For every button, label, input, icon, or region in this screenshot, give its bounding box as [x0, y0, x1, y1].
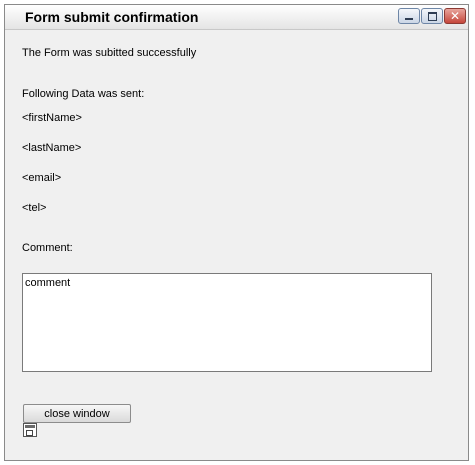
- window-title: Form submit confirmation: [25, 9, 199, 25]
- close-icon: ✕: [449, 9, 461, 23]
- maximize-icon: [427, 11, 437, 21]
- form-icon: [23, 423, 37, 437]
- title-bar[interactable]: Form submit confirmation ✕: [5, 5, 468, 30]
- minimize-icon: [405, 18, 413, 20]
- close-window-action-button[interactable]: close window: [23, 404, 131, 423]
- maximize-button[interactable]: [421, 8, 443, 24]
- first-name-value: <firstName>: [22, 112, 82, 124]
- data-heading: Following Data was sent:: [22, 88, 145, 100]
- close-window-button[interactable]: ✕: [444, 8, 466, 24]
- tel-value: <tel>: [22, 202, 47, 214]
- minimize-button[interactable]: [398, 8, 420, 24]
- comment-label: Comment:: [22, 242, 73, 254]
- comment-field[interactable]: comment: [22, 273, 432, 372]
- email-value: <email>: [22, 172, 62, 184]
- dialog-window: Form submit confirmation ✕ The Form was …: [4, 4, 469, 461]
- window-controls: ✕: [398, 8, 466, 24]
- success-message: The Form was subitted successfully: [22, 47, 197, 59]
- last-name-value: <lastName>: [22, 142, 82, 154]
